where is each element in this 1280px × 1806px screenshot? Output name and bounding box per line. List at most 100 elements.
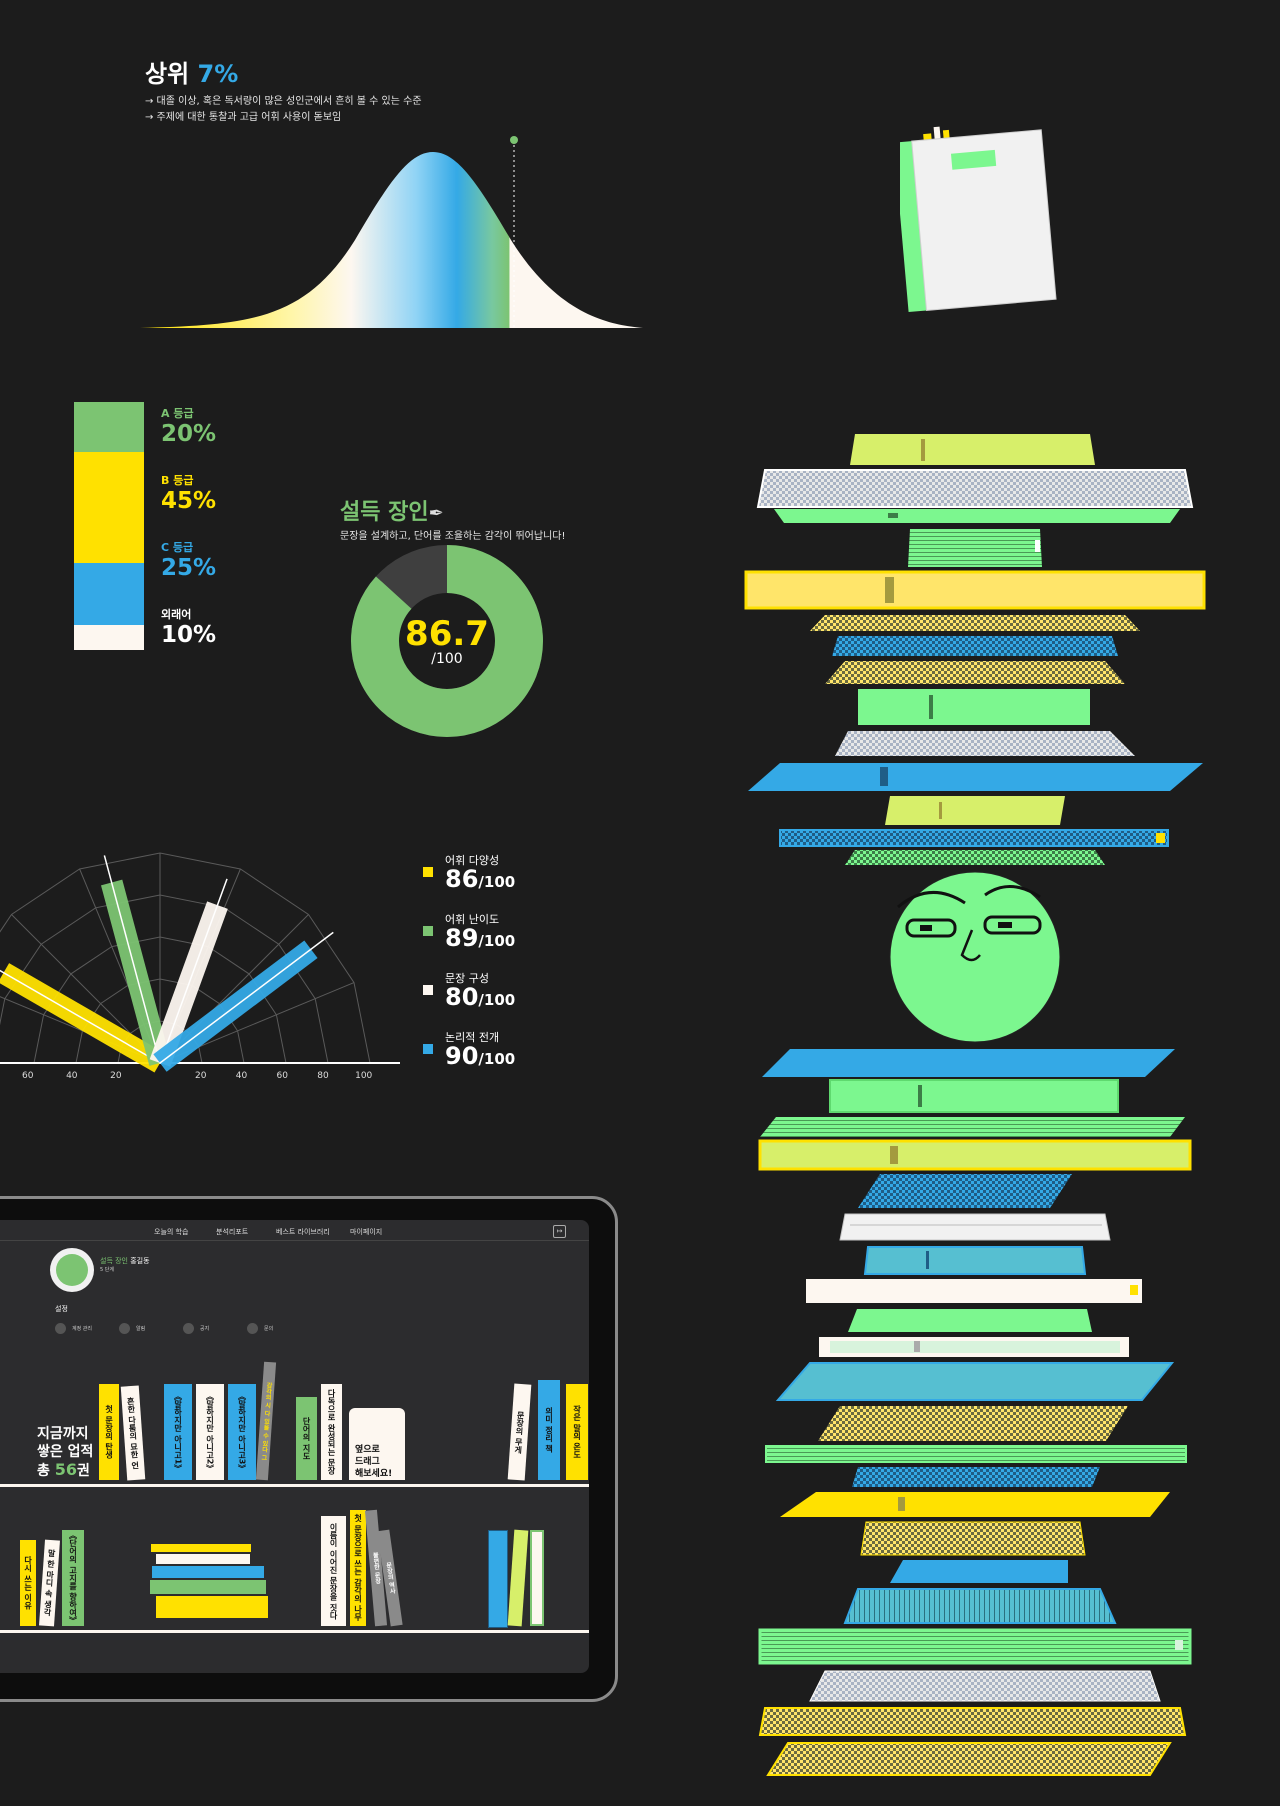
legend-score: 80/100 xyxy=(445,983,516,1011)
setting-account[interactable]: 계정 관리 xyxy=(55,1323,92,1334)
radar-ticks: 60 40 20 20 40 60 80 100 xyxy=(22,1071,373,1080)
persuasion-subtitle: 문장을 설계하고, 단어를 조율하는 감각이 뛰어납니다! xyxy=(340,531,566,542)
flat-book xyxy=(150,1580,266,1594)
book xyxy=(748,763,1203,791)
legend-swatch xyxy=(423,867,433,877)
tablet-screen: 오늘의 학습 분석리포트 베스트 라이브러리 마이페이지 ↦ 설득 장인 홍길동… xyxy=(0,1220,589,1673)
grade-label: B 등급 xyxy=(161,474,194,487)
book xyxy=(885,796,1065,825)
nav-mypage[interactable]: 마이페이지 xyxy=(350,1227,382,1237)
bell-icon xyxy=(183,1323,194,1334)
nav-divider xyxy=(0,1240,589,1241)
book xyxy=(858,689,1090,725)
book-spine[interactable]: 의미 정리 책 xyxy=(538,1380,560,1480)
book-stack-illustration xyxy=(744,434,1206,1776)
book-spine[interactable] xyxy=(530,1530,544,1626)
persuasion-title: 설득 장인✒ xyxy=(340,494,444,526)
book-spine[interactable]: 《말하지만 아니고3》 xyxy=(228,1384,256,1480)
rank-value: 7% xyxy=(197,60,239,88)
radar-tick-label: 20 xyxy=(195,1071,207,1080)
book-spine[interactable]: 말 한 마디 속 생각 xyxy=(39,1539,60,1627)
profile-level: 5 단계 xyxy=(100,1267,114,1273)
grade-pct: 25% xyxy=(161,555,217,581)
gear-icon xyxy=(119,1323,130,1334)
book xyxy=(818,1406,1128,1441)
setting-contact[interactable]: 문의 xyxy=(247,1323,273,1334)
book xyxy=(758,1628,1192,1665)
book xyxy=(860,1521,1086,1556)
bell-curve-chart xyxy=(140,136,643,328)
face-character xyxy=(889,871,1061,1043)
book-spine[interactable]: 작은 말의 온도 xyxy=(566,1384,588,1480)
rank-note-2: → 주제에 대한 통찰과 고급 어휘 사용이 돋보임 xyxy=(145,112,342,123)
legend-swatch xyxy=(423,1044,433,1054)
book xyxy=(779,829,1169,847)
book xyxy=(835,731,1135,756)
user-icon xyxy=(55,1323,66,1334)
book-spine[interactable]: 흔한 다툼의 묘한 언 xyxy=(120,1385,146,1481)
legend-score: 86/100 xyxy=(445,865,516,893)
persuasion-denominator: /100 xyxy=(431,651,463,667)
book-spine[interactable]: 문장의 무게 xyxy=(507,1383,532,1481)
grade-pct: 10% xyxy=(161,622,217,648)
book-spine[interactable]: 《말하지만 아니고2》 xyxy=(196,1384,224,1480)
achievement-line1: 지금까지 xyxy=(37,1426,89,1442)
book-spine[interactable]: 《단어의 고지를 향하여》 xyxy=(62,1530,84,1626)
grade-segment-3 xyxy=(74,625,144,650)
shelf-1 xyxy=(0,1484,589,1487)
flat-book xyxy=(156,1596,268,1618)
nav-report[interactable]: 분석리포트 xyxy=(216,1227,248,1237)
rank-prefix: 상위 xyxy=(145,60,190,88)
book-spine[interactable]: 감각의 시 다 있을 수 있다 그 xyxy=(255,1361,277,1481)
book xyxy=(832,636,1118,656)
grade-legend: A 등급 20% B 등급 45% C 등급 25% 외래어 10% xyxy=(161,405,216,673)
book xyxy=(809,1670,1161,1702)
book xyxy=(765,1445,1187,1463)
nav-library[interactable]: 베스트 라이브러리 xyxy=(276,1227,330,1237)
grade-item-foreign: 외래어 10% xyxy=(161,606,216,673)
book xyxy=(766,1742,1172,1776)
nav-today[interactable]: 오늘의 학습 xyxy=(154,1227,188,1237)
pen-icon: ✒ xyxy=(428,503,444,524)
book xyxy=(758,1707,1187,1736)
grade-label: C 등급 xyxy=(161,541,194,554)
book-spine[interactable]: 첫 문장으로 쓰는 감각의 나무 xyxy=(350,1510,366,1626)
logout-icon[interactable]: ↦ xyxy=(553,1225,566,1238)
setting-notify[interactable]: 알림 xyxy=(119,1323,145,1334)
book xyxy=(775,1362,1175,1401)
grade-item-b: B 등급 45% xyxy=(161,472,216,539)
book-spine[interactable]: 첫 문장의 탄생 xyxy=(99,1384,119,1480)
book xyxy=(760,1117,1185,1137)
book-spine[interactable]: 다시 쓰는 이유 xyxy=(20,1540,36,1626)
drag-hint-card[interactable]: 옆으로 드래그 해보세요! xyxy=(349,1408,405,1480)
book xyxy=(744,570,1206,610)
flat-book xyxy=(151,1544,251,1552)
book-spine[interactable]: 이름이 이어진 문장을 짓다 xyxy=(321,1516,346,1626)
book xyxy=(762,1049,1175,1077)
legend-swatch xyxy=(423,985,433,995)
book xyxy=(848,1309,1092,1332)
book-spine[interactable]: 다독으로 완성되는 문장 xyxy=(321,1384,342,1480)
legend-score: 89/100 xyxy=(445,924,516,952)
book-spine[interactable]: 《말하지만 아니고1》 xyxy=(164,1384,192,1480)
book-spine[interactable] xyxy=(488,1530,508,1628)
grade-segment-1 xyxy=(74,451,144,564)
grade-label: A 등급 xyxy=(161,407,194,420)
legend-score: 90/100 xyxy=(445,1042,516,1070)
book-spine[interactable] xyxy=(507,1529,529,1627)
rank-note-1: → 대졸 이상, 혹은 독서량이 많은 성인군에서 흔히 볼 수 있는 수준 xyxy=(145,96,422,107)
profile-name: 설득 장인 홍길동 xyxy=(100,1257,150,1265)
book xyxy=(852,1467,1100,1487)
radar-tick-label: 60 xyxy=(276,1071,288,1080)
book-spine[interactable]: 단어의 지도 xyxy=(296,1397,317,1480)
book xyxy=(758,1139,1192,1171)
notebook-illustration xyxy=(900,126,1057,313)
setting-notice[interactable]: 공지 xyxy=(183,1323,209,1334)
grade-stacked-bar xyxy=(74,402,144,650)
book xyxy=(845,850,1105,865)
book xyxy=(756,469,1194,508)
book xyxy=(810,615,1140,631)
grade-pct: 45% xyxy=(161,488,217,514)
avatar[interactable] xyxy=(50,1248,94,1292)
radar-tick-label: 60 xyxy=(22,1071,34,1080)
